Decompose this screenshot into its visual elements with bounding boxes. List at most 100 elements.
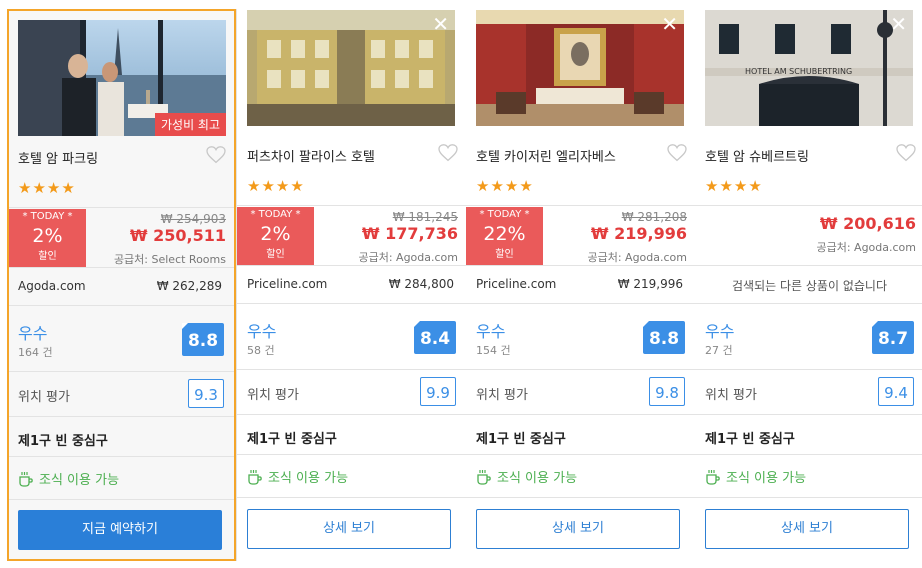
hotel-sign: HOTEL AM SCHUBERTRING <box>745 67 852 76</box>
heart-icon[interactable] <box>438 144 458 162</box>
divider <box>695 454 922 455</box>
divider <box>9 371 234 372</box>
hotel-photo[interactable]: HOTEL AM SCHUBERTRING ✕ <box>705 10 913 126</box>
deal-price[interactable]: ₩ 250,511 <box>130 226 226 245</box>
deal-label: * TODAY * <box>22 211 73 222</box>
district: 제1구 빈 중심구 <box>476 432 566 447</box>
hotel-name[interactable]: 퍼츠차이 팔라이스 호텔 <box>247 146 375 165</box>
location-score: 9.8 <box>649 377 685 406</box>
divider <box>237 454 466 455</box>
divider <box>695 414 922 415</box>
heart-icon[interactable] <box>206 146 226 164</box>
location-label: 위치 평가 <box>18 390 70 405</box>
divider <box>237 497 466 498</box>
view-details-button[interactable]: 상세 보기 <box>476 509 680 549</box>
view-details-button[interactable]: 상세 보기 <box>705 509 909 549</box>
deal-label: * TODAY * <box>250 209 301 220</box>
provider-name[interactable]: Priceline.com <box>247 277 327 291</box>
provider-price[interactable]: ₩ 284,800 <box>389 277 454 291</box>
heart-icon[interactable] <box>896 144 916 162</box>
deal-percent: 2% <box>32 225 63 247</box>
divider <box>9 456 234 457</box>
breakfast-info: 조식 이용 가능 <box>247 467 348 486</box>
provider-price[interactable]: ₩ 219,996 <box>618 277 683 291</box>
divider <box>9 416 234 417</box>
coffee-cup-icon <box>19 471 33 487</box>
hotel-name[interactable]: 호텔 암 파크링 <box>18 148 98 167</box>
breakfast-label: 조식 이용 가능 <box>726 471 807 486</box>
deal-sub: 할인 <box>495 249 514 260</box>
best-value-badge: 가성비 최고 <box>154 113 226 136</box>
rating-score-value: 8.8 <box>187 331 219 351</box>
rating-label: 우수 <box>247 322 277 341</box>
supplier: 공급처: Agoda.com <box>358 251 458 264</box>
hotel-name[interactable]: 호텔 암 슈베르트링 <box>705 146 809 165</box>
district: 제1구 빈 중심구 <box>247 432 337 447</box>
supplier: 공급처: Agoda.com <box>587 251 687 264</box>
breakfast-label: 조식 이용 가능 <box>268 471 349 486</box>
provider-price[interactable]: ₩ 262,289 <box>157 279 222 293</box>
today-deal-badge: * TODAY * 2% 할인 <box>237 207 314 265</box>
divider <box>237 414 466 415</box>
rating-score-value: 8.8 <box>648 329 680 349</box>
location-score: 9.9 <box>420 377 456 406</box>
breakfast-label: 조식 이용 가능 <box>39 473 120 488</box>
location-label: 위치 평가 <box>247 388 299 403</box>
rating-label: 우수 <box>476 322 506 341</box>
divider <box>695 303 922 304</box>
rating-label: 우수 <box>18 324 48 343</box>
district: 제1구 빈 중심구 <box>18 434 108 449</box>
deal-percent: 22% <box>483 223 526 245</box>
location-score: 9.4 <box>878 377 914 406</box>
divider <box>237 205 466 206</box>
close-icon[interactable]: ✕ <box>890 14 907 34</box>
deal-price[interactable]: ₩ 177,736 <box>362 224 458 243</box>
review-count[interactable]: 164 건 <box>18 344 53 360</box>
divider <box>466 454 695 455</box>
divider <box>466 414 695 415</box>
deal-percent: 2% <box>260 223 291 245</box>
divider <box>466 497 695 498</box>
hotel-card-1: ✕ 퍼츠차이 팔라이스 호텔 ★★★★ * TODAY * 2% 할인 ₩ 18… <box>237 0 466 568</box>
review-count[interactable]: 154 건 <box>476 342 511 358</box>
review-count[interactable]: 27 건 <box>705 342 733 358</box>
hotel-photo[interactable]: ✕ <box>247 10 455 126</box>
deal-sub: 할인 <box>266 249 285 260</box>
breakfast-info: 조식 이용 가능 <box>18 469 119 488</box>
close-icon[interactable]: ✕ <box>661 14 678 34</box>
heart-icon[interactable] <box>667 144 687 162</box>
divider <box>695 497 922 498</box>
divider <box>466 303 695 304</box>
view-details-button[interactable]: 상세 보기 <box>247 509 451 549</box>
deal-price[interactable]: ₩ 219,996 <box>591 224 687 243</box>
provider-name[interactable]: Agoda.com <box>18 279 86 293</box>
close-icon[interactable]: ✕ <box>432 14 449 34</box>
location-label: 위치 평가 <box>705 388 757 403</box>
divider <box>9 499 234 500</box>
provider-name[interactable]: Priceline.com <box>476 277 556 291</box>
hotel-name[interactable]: 호텔 카이저린 엘리자베스 <box>476 146 616 165</box>
rating-score-value: 8.4 <box>419 329 451 349</box>
supplier: 공급처: Agoda.com <box>816 241 916 254</box>
today-deal-badge: * TODAY * 2% 할인 <box>9 209 86 267</box>
coffee-cup-icon <box>477 469 491 485</box>
location-score: 9.3 <box>188 379 224 408</box>
original-price: ₩ 281,208 <box>621 210 687 224</box>
hotel-card-2: ✕ 호텔 카이저린 엘리자베스 ★★★★ * TODAY * 22% 할인 ₩ … <box>466 0 695 568</box>
hotel-photo[interactable]: 가성비 최고 <box>18 20 226 136</box>
divider <box>237 303 466 304</box>
original-price: ₩ 254,903 <box>160 212 226 226</box>
hotel-card-0: 가성비 최고 호텔 암 파크링 ★★★★ * TODAY * 2% 할인 ₩ 2… <box>7 9 236 561</box>
no-result-text: 검색되는 다른 상품이 없습니다 <box>732 279 887 293</box>
hotel-card-3: HOTEL AM SCHUBERTRING ✕ 호텔 암 슈베르트링 ★★★★ … <box>695 0 922 568</box>
divider <box>695 265 922 266</box>
price[interactable]: ₩ 200,616 <box>820 214 916 233</box>
rating-score-value: 8.7 <box>877 329 909 349</box>
original-price: ₩ 181,245 <box>392 210 458 224</box>
review-count[interactable]: 58 건 <box>247 342 275 358</box>
book-now-button[interactable]: 지금 예약하기 <box>18 510 222 550</box>
divider <box>466 205 695 206</box>
divider <box>237 369 466 370</box>
star-rating: ★★★★ <box>18 179 76 197</box>
hotel-photo[interactable]: ✕ <box>476 10 684 126</box>
